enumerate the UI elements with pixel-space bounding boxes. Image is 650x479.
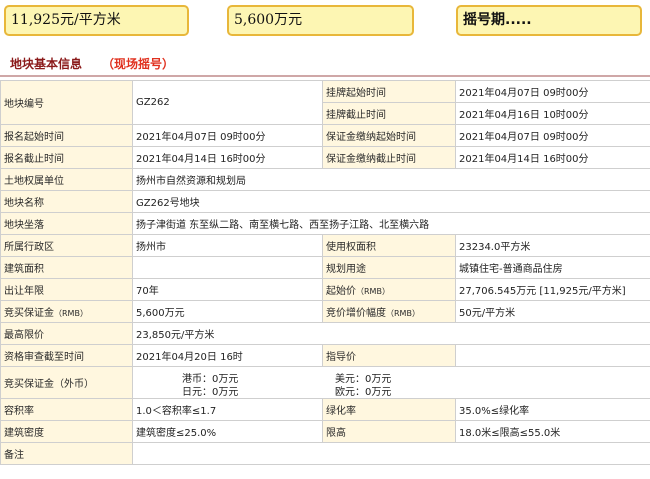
- parcel-name-label: 地块名称: [0, 190, 133, 213]
- table-row: 地块编号 GZ262 挂牌起始时间 2021年04月07日 09时00分: [0, 80, 650, 125]
- review-deadline-value: 2021年04月20日 16时: [132, 344, 323, 367]
- bid-deposit-label-text: 竞买保证金: [4, 308, 54, 319]
- term-label: 出让年限: [0, 278, 133, 301]
- section-title: 地块基本信息: [10, 57, 83, 71]
- green-label: 绿化率: [322, 398, 456, 421]
- table-row: 所属行政区 扬州市 使用权面积 23234.0平方米: [0, 234, 650, 257]
- table-row: 备注: [0, 442, 650, 465]
- deposit-start-value: 2021年04月07日 09时00分: [455, 124, 650, 147]
- increment-value: 50元/平方米: [455, 300, 650, 323]
- reg-end-value: 2021年04月14日 16时00分: [132, 146, 323, 169]
- parcel-name-value: GZ262号地块: [132, 190, 650, 213]
- deposit-end-value: 2021年04月14日 16时00分: [455, 146, 650, 169]
- district-label: 所属行政区: [0, 234, 133, 257]
- fx-deposit-value: 港币：0万元 日元：0万元 美元：0万元 欧元：0万元: [132, 366, 650, 399]
- green-value: 35.0%≤绿化率: [455, 398, 650, 421]
- table-row: 建筑密度 建筑密度≤25.0% 限高 18.0米≤限高≤55.0米: [0, 420, 650, 443]
- bid-deposit-unit: （RMB）: [54, 309, 88, 318]
- location-value: 扬子津街道 东至纵二路、南至横七路、西至扬子江路、北至横六路: [132, 212, 650, 235]
- review-deadline-label: 资格审查截至时间: [0, 344, 133, 367]
- build-area-label: 建筑面积: [0, 256, 133, 279]
- status-summary-box: 摇号期.....: [456, 5, 642, 36]
- listing-end-value: 2021年04月16日 10时00分: [455, 102, 650, 125]
- price-summary-box: 11,925元/平方米: [4, 5, 189, 36]
- density-value: 建筑密度≤25.0%: [132, 420, 323, 443]
- use-area-value: 23234.0平方米: [455, 234, 650, 257]
- bid-deposit-value: 5,600万元: [132, 300, 323, 323]
- deposit-start-label: 保证金缴纳起始时间: [322, 124, 456, 147]
- table-row: 容积率 1.0＜容积率≤1.7 绿化率 35.0%≤绿化率: [0, 398, 650, 421]
- section-note: （现场摇号）: [102, 57, 175, 71]
- build-area-value: [132, 256, 323, 279]
- reg-end-label: 报名截止时间: [0, 146, 133, 169]
- fx-eur: 欧元：0万元: [335, 387, 392, 398]
- guide-price-label: 指导价: [322, 344, 456, 367]
- parcel-info-table: 地块编号 GZ262 挂牌起始时间 2021年04月07日 09时00分 挂牌截…: [0, 80, 650, 465]
- deposit-end-label: 保证金缴纳截止时间: [322, 146, 456, 169]
- remark-value: [132, 442, 650, 465]
- max-price-label: 最高限价: [0, 322, 133, 345]
- fx-jpy: 日元：0万元: [182, 387, 239, 398]
- table-row: 地块名称 GZ262号地块: [0, 190, 650, 213]
- table-row: 报名截止时间 2021年04月14日 16时00分 保证金缴纳截止时间 2021…: [0, 146, 650, 169]
- table-row: 竞买保证金（外币） 港币：0万元 日元：0万元 美元：0万元 欧元：0万元: [0, 366, 650, 399]
- table-row: 土地权属单位 扬州市自然资源和规划局: [0, 168, 650, 191]
- remark-label: 备注: [0, 442, 133, 465]
- location-label: 地块坐落: [0, 212, 133, 235]
- bid-deposit-label: 竞买保证金（RMB）: [0, 300, 133, 323]
- table-row: 出让年限 70年 起始价（RMB） 27,706.545万元 [11,925元/…: [0, 278, 650, 301]
- increment-unit: （RMB）: [386, 309, 420, 318]
- start-price-value: 27,706.545万元 [11,925元/平方米]: [455, 278, 650, 301]
- height-label: 限高: [322, 420, 456, 443]
- parcel-no-label: 地块编号: [0, 80, 133, 125]
- purpose-label: 规划用途: [322, 256, 456, 279]
- start-price-label: 起始价（RMB）: [322, 278, 456, 301]
- parcel-no-value: GZ262: [132, 80, 323, 125]
- height-value: 18.0米≤限高≤55.0米: [455, 420, 650, 443]
- purpose-value: 城镇住宅-普通商品住房: [455, 256, 650, 279]
- reg-start-value: 2021年04月07日 09时00分: [132, 124, 323, 147]
- table-row: 建筑面积 规划用途 城镇住宅-普通商品住房: [0, 256, 650, 279]
- listing-start-value: 2021年04月07日 09时00分: [455, 80, 650, 103]
- far-label: 容积率: [0, 398, 133, 421]
- increment-label-text: 竞价增价幅度: [326, 308, 386, 319]
- start-price-label-text: 起始价: [326, 286, 356, 297]
- start-price-unit: （RMB）: [356, 287, 390, 296]
- guide-price-value: [455, 344, 650, 367]
- district-value: 扬州市: [132, 234, 323, 257]
- far-value: 1.0＜容积率≤1.7: [132, 398, 323, 421]
- density-label: 建筑密度: [0, 420, 133, 443]
- table-row: 竞买保证金（RMB） 5,600万元 竞价增价幅度（RMB） 50元/平方米: [0, 300, 650, 323]
- table-row: 最高限价 23,850元/平方米: [0, 322, 650, 345]
- listing-end-label: 挂牌截止时间: [322, 102, 456, 125]
- deposit-summary-box: 5,600万元: [227, 5, 414, 36]
- use-area-label: 使用权面积: [322, 234, 456, 257]
- owner-value: 扬州市自然资源和规划局: [132, 168, 650, 191]
- reg-start-label: 报名起始时间: [0, 124, 133, 147]
- listing-start-label: 挂牌起始时间: [322, 80, 456, 103]
- term-value: 70年: [132, 278, 323, 301]
- max-price-value: 23,850元/平方米: [132, 322, 650, 345]
- fx-deposit-label: 竞买保证金（外币）: [0, 366, 133, 399]
- section-header: 地块基本信息 （现场摇号）: [0, 49, 650, 77]
- increment-label: 竞价增价幅度（RMB）: [322, 300, 456, 323]
- table-row: 报名起始时间 2021年04月07日 09时00分 保证金缴纳起始时间 2021…: [0, 124, 650, 147]
- owner-label: 土地权属单位: [0, 168, 133, 191]
- table-row: 地块坐落 扬子津街道 东至纵二路、南至横七路、西至扬子江路、北至横六路: [0, 212, 650, 235]
- table-row: 资格审查截至时间 2021年04月20日 16时 指导价: [0, 344, 650, 367]
